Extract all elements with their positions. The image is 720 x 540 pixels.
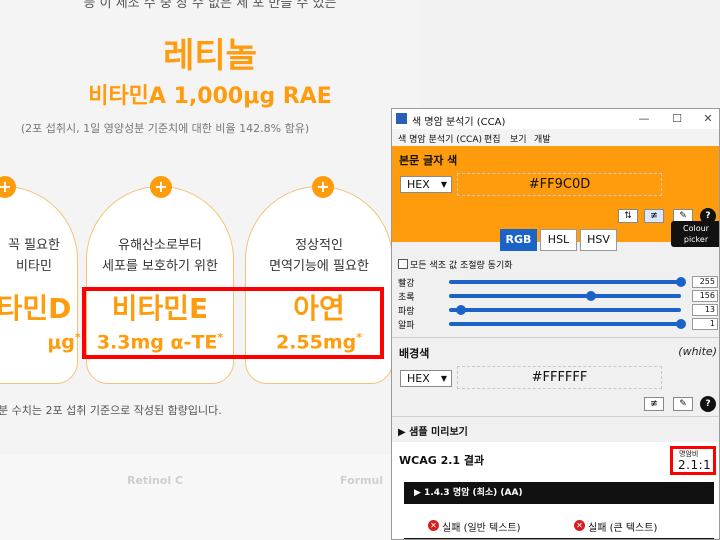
nutrient-card-vitamin-d: 꼭 필요한 비타민 타민D μg* — [0, 186, 81, 384]
tab-hsv[interactable]: HSV — [580, 229, 617, 251]
slider-thumb[interactable] — [676, 277, 686, 287]
adjust-sliders-icon[interactable]: ≢ — [644, 209, 664, 223]
divider — [392, 337, 719, 338]
slider-alpha[interactable] — [449, 319, 686, 329]
wcag-title: WCAG 2.1 결과 — [399, 454, 485, 467]
app-icon — [396, 113, 407, 124]
cca-window[interactable]: 색 명암 분석기 (CCA) — ☐ ✕ 색 명암 분석기 (CCA) 편집 보… — [391, 108, 720, 540]
wcag-results: WCAG 2.1 결과 명암비 2.1:1 ▶ 1.4.3 명암 (최소) (A… — [392, 442, 719, 539]
value-blue[interactable]: 13 — [692, 304, 718, 316]
adjust-sliders-icon[interactable]: ≢ — [644, 397, 664, 411]
sample-preview-toggle[interactable]: ▶ 샘플 미리보기 — [398, 423, 468, 438]
help-icon[interactable]: ? — [700, 396, 716, 412]
background-hex-input[interactable]: #FFFFFF — [457, 366, 662, 389]
close-button[interactable]: ✕ — [697, 111, 719, 127]
swap-colors-icon[interactable]: ⇅ — [618, 209, 638, 223]
menu-bar: 색 명암 분석기 (CCA) 편집 보기 개발 — [392, 129, 719, 146]
menu-app[interactable]: 색 명암 분석기 (CCA) — [398, 132, 482, 145]
background-format-select[interactable]: HEX ▼ — [400, 370, 452, 387]
background-label: 배경색 — [399, 347, 430, 360]
slider-thumb[interactable] — [455, 305, 466, 315]
background-color-name: (white) — [678, 345, 717, 358]
basis-note: 분 수치는 2포 섭취 기준으로 작성된 함량입니다. — [0, 404, 222, 417]
ratio-highlight-box — [670, 446, 716, 475]
fail-icon: ✕ — [428, 520, 439, 531]
amount-text: μg — [47, 331, 75, 354]
tooltip-line: Colour — [683, 224, 709, 233]
retinol-amount: 비타민A 1,000μg RAE — [88, 84, 332, 109]
card-desc-line: 면역기능에 필요한 — [269, 259, 369, 274]
foreground-section: 본문 글자 색 HEX ▼ #FF9C0D ⇅ ≢ ✎ ? — [392, 146, 719, 242]
slider-red[interactable] — [449, 277, 686, 287]
title-bar[interactable]: 색 명암 분석기 (CCA) — ☐ ✕ — [392, 109, 719, 129]
slider-thumb[interactable] — [676, 319, 686, 329]
channel-label-red: 빨강 — [398, 279, 415, 289]
sync-checkbox[interactable] — [398, 259, 408, 269]
retinol-title: 레티놀 — [163, 36, 257, 76]
tab-hsl[interactable]: HSL — [540, 229, 577, 251]
channel-label-alpha: 알파 — [398, 321, 415, 331]
fail-large-text: 실패 (큰 텍스트) — [588, 523, 658, 534]
highlight-box — [82, 287, 384, 359]
value-alpha[interactable]: 1 — [692, 318, 718, 330]
colour-picker-tooltip: Colour picker — [671, 221, 719, 247]
retinol-note: (2포 섭취시, 1일 영양성분 기준치에 대한 비율 142.8% 함유) — [20, 122, 310, 135]
plus-icon: + — [312, 176, 334, 198]
value-red[interactable]: 255 — [692, 276, 718, 288]
product-page: 등 이 제조 수 중 장 수 없은 세 포 만들 수 있는 레티놀 비타민A 1… — [0, 0, 420, 455]
channel-label-green: 초록 — [398, 293, 415, 303]
card-desc: 유해산소로부터 세포를 보호하기 위한 — [87, 235, 233, 277]
slider-thumb[interactable] — [585, 291, 596, 301]
tab-rgb[interactable]: RGB — [500, 229, 537, 251]
fail-normal-text: 실패 (일반 텍스트) — [442, 523, 521, 534]
format-value: HEX — [407, 178, 430, 191]
sync-label: 모든 색조 값 조절량 동기화 — [410, 261, 513, 271]
foreground-label: 본문 글자 색 — [399, 154, 458, 167]
channel-label-blue: 파랑 — [398, 307, 415, 317]
page-footer — [0, 455, 420, 540]
window-title: 색 명암 분석기 (CCA) — [412, 117, 506, 128]
card-desc-line: 유해산소로부터 — [118, 238, 202, 253]
foreground-format-select[interactable]: HEX ▼ — [400, 176, 452, 193]
format-value: HEX — [407, 372, 430, 385]
chevron-down-icon: ▼ — [440, 180, 447, 189]
chevron-down-icon: ▼ — [440, 374, 447, 383]
footer-word: Retinol C — [127, 474, 184, 487]
divider — [392, 416, 719, 417]
slider-blue[interactable] — [449, 305, 681, 315]
card-desc-line: 정상적인 — [295, 238, 343, 253]
plus-icon: + — [150, 176, 172, 198]
card-desc-line: 세포를 보호하기 위한 — [102, 259, 218, 274]
footer-word: Formul — [340, 474, 384, 487]
foreground-hex-input[interactable]: #FF9C0D — [457, 173, 662, 196]
minimize-button[interactable]: — — [633, 111, 655, 127]
fail-icon: ✕ — [574, 520, 585, 531]
eyedropper-icon[interactable]: ✎ — [673, 397, 693, 411]
tooltip-line: picker — [683, 235, 709, 244]
value-green[interactable]: 156 — [692, 290, 718, 302]
criterion-toggle-1-4-3[interactable]: ▶ 1.4.3 명암 (최소) (AA) — [404, 482, 714, 504]
top-cut-text: 등 이 제조 수 중 장 수 없은 세 포 만들 수 있는 — [83, 0, 337, 11]
sync-checkbox-row[interactable]: 모든 색조 값 조절량 동기화 — [398, 258, 513, 271]
menu-dev[interactable]: 개발 — [534, 132, 551, 145]
maximize-button[interactable]: ☐ — [666, 111, 688, 127]
card-desc: 정상적인 면역기능에 필요한 — [246, 235, 392, 277]
menu-edit[interactable]: 편집 — [484, 132, 501, 145]
slider-green[interactable] — [449, 291, 681, 301]
menu-view[interactable]: 보기 — [510, 132, 527, 145]
asterisk-mark: * — [74, 331, 81, 344]
